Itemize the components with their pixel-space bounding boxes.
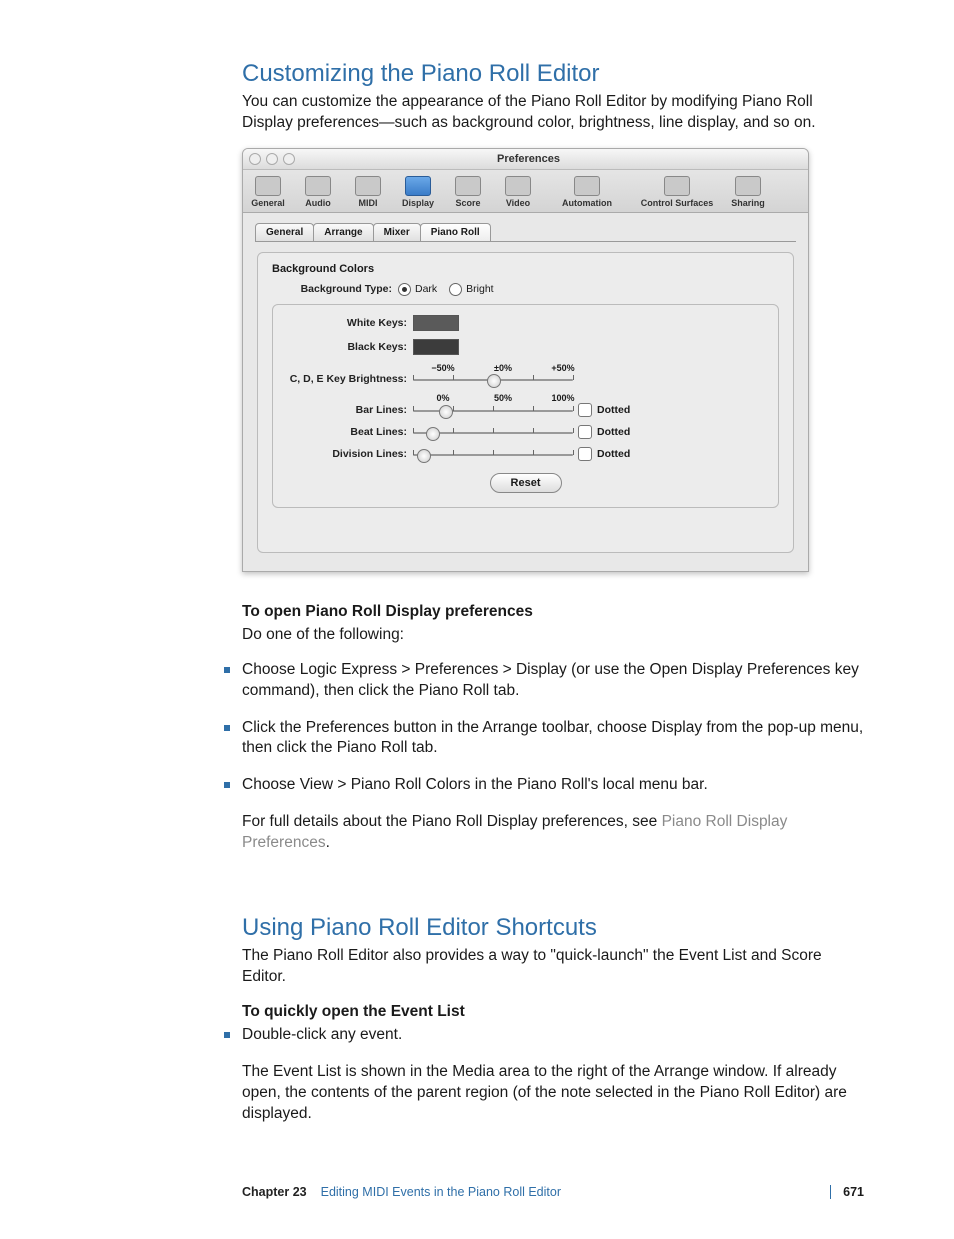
beat-lines-label: Beat Lines: [287, 426, 413, 438]
midi-icon [355, 176, 381, 196]
heading-shortcuts: Using Piano Roll Editor Shortcuts [242, 914, 864, 942]
black-keys-label: Black Keys: [287, 341, 413, 353]
open-prefs-line: Do one of the following: [242, 625, 864, 646]
window-title: Preferences [295, 153, 762, 165]
background-colors-group: Background Colors Background Type: Dark … [257, 252, 794, 553]
division-lines-dotted-checkbox[interactable] [578, 447, 592, 461]
tab-strip: General Arrange Mixer Piano Roll [243, 213, 808, 241]
background-type-label: Background Type: [272, 283, 398, 295]
brightness-scale: −50% ±0% +50% [413, 363, 593, 373]
inner-group: White Keys: Black Keys: −50% ±0% +50% C,… [272, 304, 779, 508]
toolbar-control-surfaces[interactable]: Control Surfaces [631, 174, 723, 210]
beat-lines-slider[interactable] [413, 426, 573, 438]
brightness-label: C, D, E Key Brightness: [287, 373, 413, 385]
radio-dark-label: Dark [415, 283, 437, 295]
event-list-para: The Event List is shown in the Media are… [242, 1062, 864, 1125]
audio-icon [305, 176, 331, 196]
open-event-list-steps: Double-click any event. [242, 1025, 864, 1046]
division-lines-dotted-label: Dotted [597, 448, 630, 460]
page-footer: Chapter 23 Editing MIDI Events in the Pi… [242, 1185, 864, 1199]
toolbar-automation[interactable]: Automation [543, 174, 631, 210]
division-lines-slider[interactable] [413, 448, 573, 460]
tab-piano-roll[interactable]: Piano Roll [420, 223, 491, 241]
traffic-lights[interactable] [249, 153, 295, 165]
general-icon [255, 176, 281, 196]
zoom-icon[interactable] [283, 153, 295, 165]
intro-customizing: You can customize the appearance of the … [242, 92, 864, 134]
toolbar-video[interactable]: Video [493, 174, 543, 210]
bar-lines-slider[interactable] [413, 404, 573, 416]
reset-button[interactable]: Reset [490, 473, 562, 493]
list-item: Choose View > Piano Roll Colors in the P… [224, 775, 864, 796]
display-icon [405, 176, 431, 196]
toolbar-sharing[interactable]: Sharing [723, 174, 773, 210]
list-item: Double-click any event. [224, 1025, 864, 1046]
footer-chapter: Chapter 23 [242, 1185, 307, 1199]
toolbar-audio[interactable]: Audio [293, 174, 343, 210]
radio-bright-label: Bright [466, 283, 493, 295]
line-scale: 0% 50% 100% [413, 393, 593, 403]
heading-customizing: Customizing the Piano Roll Editor [242, 60, 864, 88]
background-type-row: Background Type: Dark Bright [272, 283, 779, 296]
control-surfaces-icon [664, 176, 690, 196]
minimize-icon[interactable] [266, 153, 278, 165]
score-icon [455, 176, 481, 196]
bar-lines-dotted-checkbox[interactable] [578, 403, 592, 417]
beat-lines-dotted-label: Dotted [597, 426, 630, 438]
radio-dark[interactable] [398, 283, 411, 296]
brightness-slider[interactable] [413, 373, 573, 385]
list-item: Click the Preferences button in the Arra… [224, 718, 864, 760]
tab-general[interactable]: General [255, 223, 314, 241]
beat-lines-dotted-checkbox[interactable] [578, 425, 592, 439]
full-details-note: For full details about the Piano Roll Di… [242, 812, 864, 854]
open-prefs-heading: To open Piano Roll Display preferences [242, 602, 864, 623]
video-icon [505, 176, 531, 196]
black-keys-swatch[interactable] [413, 339, 459, 355]
open-prefs-list: Choose Logic Express > Preferences > Dis… [242, 660, 864, 797]
preferences-window: Preferences General Audio MIDI Display S… [242, 148, 809, 572]
titlebar: Preferences [243, 149, 808, 170]
white-keys-swatch[interactable] [413, 315, 459, 331]
group-title: Background Colors [272, 263, 779, 275]
toolbar-midi[interactable]: MIDI [343, 174, 393, 210]
toolbar-general[interactable]: General [243, 174, 293, 210]
footer-title: Editing MIDI Events in the Piano Roll Ed… [321, 1185, 561, 1199]
open-event-list-heading: To quickly open the Event List [242, 1002, 864, 1023]
prefs-toolbar: General Audio MIDI Display Score Video A… [243, 170, 808, 213]
footer-page-number: 671 [830, 1185, 864, 1199]
sharing-icon [735, 176, 761, 196]
tab-arrange[interactable]: Arrange [313, 223, 373, 241]
intro-shortcuts: The Piano Roll Editor also provides a wa… [242, 946, 864, 988]
bar-lines-label: Bar Lines: [287, 404, 413, 416]
list-item: Choose Logic Express > Preferences > Dis… [224, 660, 864, 702]
radio-bright[interactable] [449, 283, 462, 296]
close-icon[interactable] [249, 153, 261, 165]
division-lines-label: Division Lines: [287, 448, 413, 460]
white-keys-label: White Keys: [287, 317, 413, 329]
automation-icon [574, 176, 600, 196]
bar-lines-dotted-label: Dotted [597, 404, 630, 416]
toolbar-display[interactable]: Display [393, 174, 443, 210]
tab-mixer[interactable]: Mixer [373, 223, 421, 241]
toolbar-score[interactable]: Score [443, 174, 493, 210]
